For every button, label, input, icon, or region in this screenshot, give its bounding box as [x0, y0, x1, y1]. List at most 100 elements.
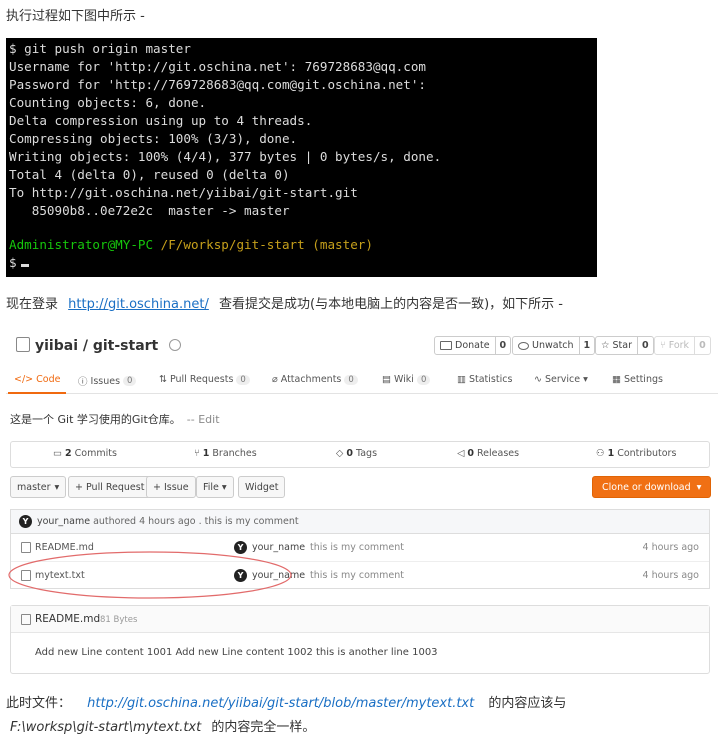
stat-number: 1	[607, 448, 615, 459]
clone-label: Clone or download	[602, 481, 691, 493]
issues-icon: ⓘ	[78, 377, 88, 388]
edit-description-link[interactable]: -- Edit	[187, 413, 220, 426]
terminal-window: $ git push origin master Username for 'h…	[6, 38, 597, 277]
terminal-prompt: Administrator@MY-PC /F/worksp/git-start …	[9, 236, 373, 254]
avatar: Y	[19, 515, 32, 528]
footer-suffix: 的内容完全一样。	[211, 720, 316, 735]
tab-service[interactable]: ∿ Service ▾	[534, 374, 588, 385]
tab-code[interactable]: </> Code	[7, 374, 67, 394]
terminal-line: Delta compression using up to 4 threads.	[9, 113, 313, 128]
branch-select[interactable]: master ▾	[10, 476, 67, 498]
stat-commits[interactable]: ▭ 2 Commits	[53, 448, 117, 459]
tab-issues[interactable]: ⓘ Issues 0	[78, 374, 137, 388]
donate-button[interactable]: Donate 0	[434, 336, 512, 355]
file-commit-message[interactable]: this is my comment	[310, 570, 404, 581]
tab-attachments[interactable]: ⌀ Attachments 0	[272, 374, 358, 385]
tab-pull-requests[interactable]: ⇅ Pull Requests 0	[159, 374, 250, 385]
readme-header: README.md 81 Bytes	[11, 606, 709, 633]
terminal-line: Writing objects: 100% (4/4), 377 bytes |…	[9, 149, 442, 164]
last-commit-bar: Y your_name authored 4 hours ago . this …	[10, 509, 710, 534]
prompt-path: /F/worksp/git-start (master)	[153, 237, 373, 252]
repo-title[interactable]: yiibai / git-start	[16, 337, 182, 354]
settings-icon: ▦	[612, 374, 621, 385]
tab-count: 0	[344, 374, 358, 385]
stat-branches[interactable]: ⑂ 1 Branches	[194, 448, 257, 459]
book-icon	[21, 614, 31, 625]
widget-label: Widget	[245, 481, 279, 493]
pull-request-button[interactable]: + Pull Request	[68, 476, 152, 498]
tab-label: Issues	[90, 375, 121, 387]
footer-line-2: F:\worksp\git-start\mytext.txt 的内容完全一样。	[10, 716, 315, 735]
paperclip-icon: ⌀	[272, 374, 278, 385]
stat-label: Commits	[74, 448, 117, 459]
file-commit-message[interactable]: this is my comment	[310, 542, 404, 553]
footer-line-1: 此时文件： http://git.oschina.net/yiibai/git-…	[6, 692, 566, 711]
login-text-before: 现在登录	[6, 297, 59, 312]
commit-summary[interactable]: authored 4 hours ago . this is my commen…	[93, 516, 299, 527]
stat-tags[interactable]: ◇ 0 Tags	[336, 448, 377, 459]
commit-author[interactable]: your_name	[37, 516, 90, 527]
fork-label: Fork	[668, 340, 690, 351]
new-issue-button[interactable]: + Issue	[146, 476, 196, 498]
badge-icon	[169, 339, 182, 351]
fork-button[interactable]: ⑂ Fork 0	[654, 336, 711, 355]
mytext-link[interactable]: http://git.oschina.net/yiibai/git-start/…	[87, 696, 474, 711]
stat-label: Branches	[212, 448, 257, 459]
stat-label: Releases	[477, 448, 520, 459]
tab-settings[interactable]: ▦ Settings	[612, 374, 663, 385]
file-label: File	[203, 481, 219, 493]
eye-icon	[518, 341, 529, 350]
unwatch-count: 1	[578, 337, 595, 354]
tab-wiki[interactable]: ▤ Wiki 0	[382, 374, 431, 385]
stat-contributors[interactable]: ⚇ 1 Contributors	[596, 448, 676, 459]
footer-middle: 的内容应该与	[488, 696, 567, 711]
wiki-icon: ▤	[382, 374, 391, 385]
fork-count: 0	[694, 337, 710, 354]
tab-count: 0	[416, 374, 431, 385]
oschina-link[interactable]: http://git.oschina.net/	[68, 297, 209, 312]
stat-releases[interactable]: ◁ 0 Releases	[457, 448, 519, 459]
star-label: Star	[612, 340, 633, 351]
prompt-user: Administrator@MY-PC	[9, 237, 154, 252]
tab-statistics[interactable]: ▥ Statistics	[457, 374, 512, 385]
tab-label: Wiki	[393, 374, 414, 385]
fork-icon: ⑂	[660, 340, 666, 351]
readme-content: Add new Line content 1001 Add new Line c…	[35, 647, 438, 658]
unwatch-button[interactable]: Unwatch 1	[512, 336, 596, 355]
donate-icon	[440, 341, 452, 350]
chevron-down-icon: ▾	[54, 481, 60, 493]
widget-button[interactable]: Widget	[238, 476, 286, 498]
stat-number: 0	[467, 448, 474, 459]
unwatch-label: Unwatch	[532, 340, 574, 351]
terminal-line: Counting objects: 6, done.	[9, 95, 207, 110]
tab-label: Attachments	[280, 374, 342, 385]
local-file-path: F:\worksp\git-start\mytext.txt	[10, 720, 202, 735]
pull-request-label: + Pull Request	[75, 481, 145, 493]
tag-icon: ◇	[336, 448, 344, 459]
login-paragraph: 现在登录 http://git.oschina.net/ 查看提交是成功(与本地…	[6, 293, 563, 312]
donate-label: Donate	[455, 340, 490, 351]
terminal-cursor	[20, 264, 29, 267]
footer-prefix: 此时文件：	[6, 696, 72, 711]
contributors-icon: ⚇	[596, 448, 605, 459]
star-count: 0	[637, 337, 653, 354]
code-icon: </>	[14, 374, 34, 385]
release-icon: ◁	[457, 448, 465, 459]
commits-icon: ▭	[53, 448, 62, 459]
terminal-line: Password for 'http://769728683@qq.com@gi…	[9, 77, 427, 92]
repo-stats-bar: ▭ 2 Commits ⑂ 1 Branches ◇ 0 Tags ◁ 0 Re…	[10, 441, 710, 468]
terminal-line: To http://git.oschina.net/yiibai/git-sta…	[9, 185, 358, 200]
file-menu-button[interactable]: File ▾	[196, 476, 234, 498]
terminal-input-line[interactable]: $	[9, 254, 29, 272]
login-text-after: 查看提交是成功(与本地电脑上的内容是否一致)，如下所示 -	[219, 297, 563, 312]
chevron-down-icon: ▾	[583, 374, 588, 385]
clone-download-button[interactable]: Clone or download ▾	[592, 476, 712, 498]
readme-filename[interactable]: README.md	[35, 613, 100, 625]
star-button[interactable]: ☆ Star 0	[595, 336, 654, 355]
terminal-line: $ git push origin master	[9, 41, 191, 56]
repo-tabs: </> Code ⓘ Issues 0 ⇅ Pull Requests 0 ⌀ Attach…	[6, 369, 718, 394]
tab-count: 0	[236, 374, 250, 385]
chevron-down-icon: ▾	[221, 481, 227, 493]
stat-label: Contributors	[617, 448, 677, 459]
readme-panel: README.md 81 Bytes Add new Line content …	[10, 605, 710, 674]
